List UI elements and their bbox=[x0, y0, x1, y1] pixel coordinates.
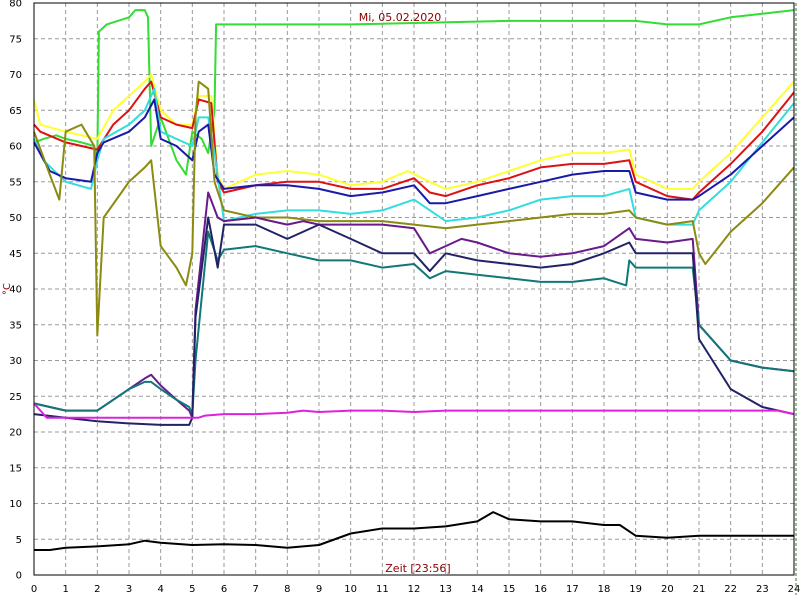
x-tick-label: 14 bbox=[471, 584, 484, 595]
x-tick-label: 10 bbox=[344, 584, 357, 595]
y-tick-label: 50 bbox=[9, 213, 22, 224]
y-tick-label: 25 bbox=[9, 392, 22, 403]
temperature-chart: 05101520253035404550556065707580 0123456… bbox=[0, 0, 800, 600]
y-tick-label: 75 bbox=[9, 34, 22, 45]
x-tick-label: 11 bbox=[376, 584, 389, 595]
x-tick-label: 0 bbox=[31, 584, 37, 595]
y-tick-label: 10 bbox=[9, 499, 22, 510]
y-axis-label: °C bbox=[2, 283, 13, 295]
x-tick-label: 8 bbox=[284, 584, 290, 595]
x-tick-label: 5 bbox=[189, 584, 195, 595]
y-tick-label: 15 bbox=[9, 463, 22, 474]
x-tick-label: 4 bbox=[157, 584, 163, 595]
x-tick-label: 6 bbox=[221, 584, 227, 595]
y-tick-label: 0 bbox=[16, 571, 22, 582]
y-tick-label: 80 bbox=[9, 0, 22, 10]
x-tick-label: 9 bbox=[316, 584, 322, 595]
x-tick-label: 7 bbox=[252, 584, 258, 595]
x-tick-label: 20 bbox=[661, 584, 674, 595]
x-tick-label: 3 bbox=[126, 584, 132, 595]
chart-background bbox=[0, 0, 800, 600]
chart-title: Mi, 05.02.2020 bbox=[359, 11, 442, 24]
x-tick-label: 12 bbox=[408, 584, 421, 595]
x-axis-label: Zeit [23:56] bbox=[385, 562, 450, 575]
y-tick-label: 65 bbox=[9, 106, 22, 117]
y-tick-label: 30 bbox=[9, 356, 22, 367]
x-tick-label: 16 bbox=[534, 584, 547, 595]
x-tick-label: 19 bbox=[629, 584, 642, 595]
y-tick-label: 70 bbox=[9, 70, 22, 81]
x-tick-label: 23 bbox=[756, 584, 769, 595]
x-tick-label: 2 bbox=[94, 584, 100, 595]
x-tick-label: 18 bbox=[598, 584, 611, 595]
x-tick-label: 15 bbox=[503, 584, 516, 595]
x-tick-label: 13 bbox=[439, 584, 452, 595]
x-tick-label: 22 bbox=[724, 584, 737, 595]
y-tick-label: 45 bbox=[9, 249, 22, 260]
y-tick-label: 20 bbox=[9, 428, 22, 439]
y-tick-label: 55 bbox=[9, 177, 22, 188]
y-tick-label: 60 bbox=[9, 142, 22, 153]
x-tick-label: 1 bbox=[62, 584, 68, 595]
x-tick-label: 24 bbox=[788, 584, 800, 595]
x-tick-label: 17 bbox=[566, 584, 579, 595]
y-tick-label: 35 bbox=[9, 320, 22, 331]
y-tick-label: 5 bbox=[16, 535, 22, 546]
x-tick-label: 21 bbox=[693, 584, 706, 595]
